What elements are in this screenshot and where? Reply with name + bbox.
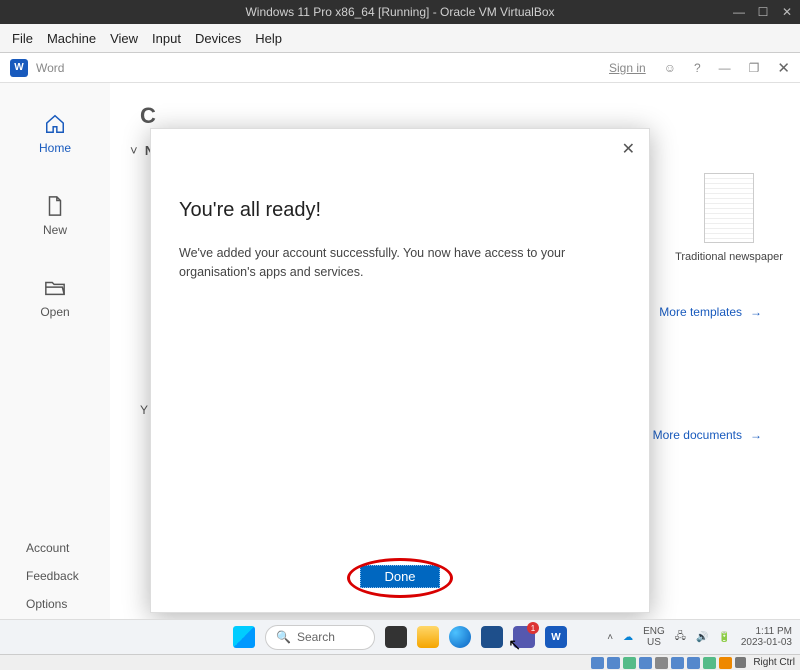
more-documents-link[interactable]: More documents→ bbox=[653, 428, 762, 442]
new-doc-icon bbox=[44, 195, 66, 217]
edge-icon[interactable] bbox=[449, 626, 471, 648]
account-icon[interactable]: ☺ bbox=[664, 61, 676, 75]
menu-machine[interactable]: Machine bbox=[47, 31, 96, 46]
virtualbox-title: Windows 11 Pro x86_64 [Running] - Oracle… bbox=[245, 5, 554, 19]
arrow-right-icon: → bbox=[750, 305, 762, 319]
done-button[interactable]: Done bbox=[360, 565, 440, 588]
word-taskbar-icon[interactable]: W bbox=[545, 626, 567, 648]
language-indicator[interactable]: ENG US bbox=[643, 626, 665, 648]
hidden-text-fragment: Y bbox=[140, 403, 148, 417]
more-templates-link[interactable]: More templates→ bbox=[659, 305, 762, 319]
dialog-close-button[interactable]: ✕ bbox=[622, 139, 635, 159]
vb-cpu-icon[interactable] bbox=[719, 657, 732, 669]
close-button[interactable]: ✕ bbox=[780, 5, 794, 19]
word-restore-button[interactable]: ❐ bbox=[749, 61, 760, 75]
main-heading-fragment: C bbox=[140, 103, 156, 129]
menu-input[interactable]: Input bbox=[152, 31, 181, 46]
network-icon[interactable]: 🖧 bbox=[675, 629, 686, 646]
vb-hdd-icon[interactable] bbox=[591, 657, 604, 669]
teams-icon[interactable]: 1 bbox=[513, 626, 535, 648]
home-icon bbox=[44, 113, 66, 135]
search-icon: 🔍 bbox=[276, 630, 291, 644]
account-ready-dialog: ✕ You're all ready! We've added your acc… bbox=[150, 128, 650, 613]
start-button[interactable] bbox=[233, 626, 255, 648]
word-header: W Word Sign in ☺ ? — ❐ ✕ bbox=[0, 53, 800, 83]
menu-view[interactable]: View bbox=[110, 31, 138, 46]
file-explorer-icon[interactable] bbox=[417, 626, 439, 648]
taskbar-search[interactable]: 🔍 Search bbox=[265, 625, 375, 650]
vb-optical-icon[interactable] bbox=[607, 657, 620, 669]
menu-devices[interactable]: Devices bbox=[195, 31, 241, 46]
word-minimize-button[interactable]: — bbox=[719, 61, 731, 75]
onedrive-icon[interactable]: ☁ bbox=[623, 632, 633, 643]
word-close-button[interactable]: ✕ bbox=[777, 59, 790, 77]
help-icon[interactable]: ? bbox=[694, 61, 701, 75]
sidebar-item-new[interactable]: New bbox=[0, 195, 110, 237]
virtualbox-titlebar: Windows 11 Pro x86_64 [Running] - Oracle… bbox=[0, 0, 800, 24]
sidebar-item-home[interactable]: Home bbox=[0, 113, 110, 155]
sidebar-item-options[interactable]: Options bbox=[26, 597, 110, 611]
vb-display-icon[interactable] bbox=[687, 657, 700, 669]
sidebar-item-feedback[interactable]: Feedback bbox=[26, 569, 110, 583]
template-preview-icon bbox=[704, 173, 754, 243]
minimize-button[interactable]: — bbox=[732, 5, 746, 19]
badge-count: 1 bbox=[527, 622, 539, 634]
maximize-button[interactable]: ☐ bbox=[756, 5, 770, 19]
sidebar-item-open[interactable]: Open bbox=[0, 277, 110, 319]
sidebar-item-account[interactable]: Account bbox=[26, 541, 110, 555]
vb-network-icon[interactable] bbox=[639, 657, 652, 669]
template-thumb-newspaper[interactable]: Traditional newspaper bbox=[698, 173, 760, 263]
word-window: W Word Sign in ☺ ? — ❐ ✕ Home New Open bbox=[0, 53, 800, 670]
dialog-body: We've added your account successfully. Y… bbox=[179, 244, 621, 282]
folder-open-icon bbox=[44, 277, 66, 299]
arrow-right-icon: → bbox=[750, 428, 762, 442]
menu-help[interactable]: Help bbox=[255, 31, 282, 46]
word-title: Word bbox=[36, 61, 64, 75]
sign-in-link[interactable]: Sign in bbox=[609, 61, 646, 75]
vb-shared-folders-icon[interactable] bbox=[671, 657, 684, 669]
windows-taskbar: 🔍 Search 1 W ˄ ☁ ENG US 🖧 🔊 🔋 1:11 PM bbox=[0, 619, 800, 654]
volume-icon[interactable]: 🔊 bbox=[696, 632, 708, 643]
battery-icon[interactable]: 🔋 bbox=[718, 632, 730, 643]
word-sidebar: Home New Open Account Feedback Options bbox=[0, 83, 110, 635]
virtualbox-menu: File Machine View Input Devices Help bbox=[0, 24, 800, 53]
vb-recording-icon[interactable] bbox=[703, 657, 716, 669]
tray-chevron-icon[interactable]: ˄ bbox=[607, 632, 613, 643]
system-clock[interactable]: 1:11 PM 2023-01-03 bbox=[741, 626, 792, 648]
menu-file[interactable]: File bbox=[12, 31, 33, 46]
virtualbox-statusbar: Right Ctrl bbox=[0, 654, 800, 670]
vb-hostkey-label: Right Ctrl bbox=[753, 657, 795, 668]
dialog-heading: You're all ready! bbox=[179, 199, 621, 222]
word-logo-icon: W bbox=[10, 59, 28, 77]
ms-store-icon[interactable] bbox=[481, 626, 503, 648]
vb-audio-icon[interactable] bbox=[623, 657, 636, 669]
task-view-icon[interactable] bbox=[385, 626, 407, 648]
vb-hostkey-icon bbox=[735, 657, 746, 668]
vb-usb-icon[interactable] bbox=[655, 657, 668, 669]
